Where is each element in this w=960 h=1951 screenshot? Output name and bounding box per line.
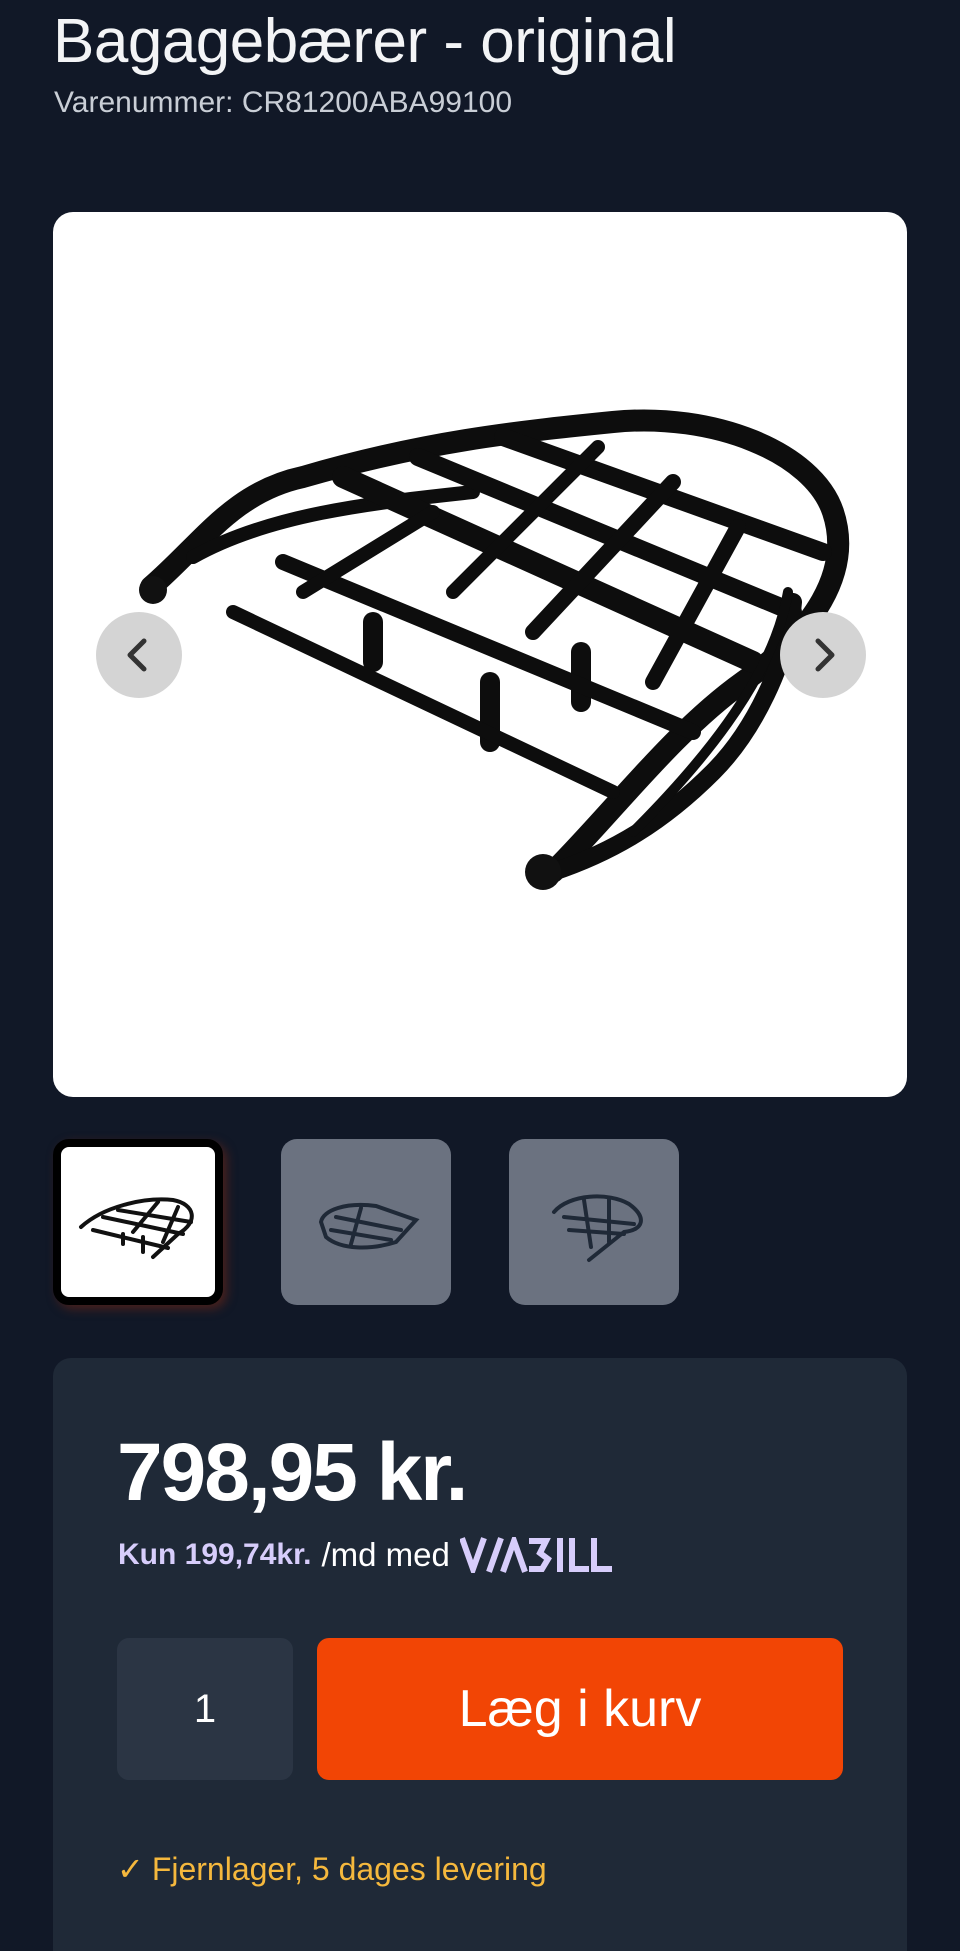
gallery-next-button[interactable] [780, 612, 866, 698]
chevron-right-icon [815, 638, 835, 672]
rack-thumbnail-image [552, 1194, 643, 1262]
rack-thumbnail-image [79, 1197, 194, 1259]
page-title: Bagagebærer - original [53, 7, 677, 76]
thumbnail-1[interactable] [53, 1139, 223, 1305]
add-to-cart-button[interactable]: Læg i kurv [317, 1638, 843, 1780]
quantity-input[interactable] [117, 1638, 293, 1780]
product-sku: Varenummer: CR81200ABA99100 [54, 86, 513, 119]
product-page: Bagagebærer - original Varenummer: CR812… [0, 0, 960, 1951]
gallery-prev-button[interactable] [96, 612, 182, 698]
thumbnail-2[interactable] [281, 1139, 451, 1305]
viabill-logo [459, 1537, 612, 1573]
chevron-left-icon [127, 638, 147, 672]
viabill-financing[interactable]: Kun 199,74kr. /md med [118, 1536, 612, 1574]
purchase-panel: 798,95 kr. Kun 199,74kr. /md med Læg i k… [53, 1358, 907, 1951]
stock-status: ✓ Fjernlager, 5 dages levering [117, 1850, 547, 1888]
check-icon: ✓ [117, 1851, 144, 1887]
viabill-amount: Kun 199,74kr. [118, 1538, 312, 1571]
product-image-gallery [53, 212, 907, 1097]
product-price: 798,95 kr. [117, 1427, 468, 1518]
thumbnail-3[interactable] [509, 1139, 679, 1305]
rack-thumbnail-image [318, 1203, 420, 1250]
stock-status-text: Fjernlager, 5 dages levering [151, 1851, 547, 1887]
viabill-text: /md med [321, 1536, 450, 1573]
